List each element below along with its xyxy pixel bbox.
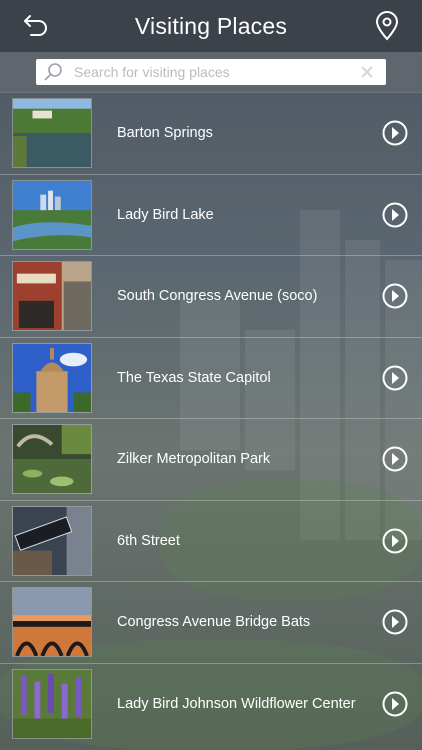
chevron-right-circle-icon[interactable]: [382, 202, 408, 228]
place-name: South Congress Avenue (soco): [117, 288, 318, 305]
zilker-park-photo: [12, 424, 92, 495]
lady-bird-lake-photo: [12, 179, 92, 250]
place-name: Lady Bird Lake: [117, 206, 214, 223]
search-input[interactable]: [74, 64, 360, 80]
chevron-right-circle-icon[interactable]: [382, 609, 408, 635]
list-item[interactable]: 6th Street: [0, 499, 422, 582]
place-name: 6th Street: [117, 532, 180, 549]
clear-search-icon[interactable]: [360, 65, 374, 79]
location-pin-icon[interactable]: [374, 11, 400, 41]
list-item[interactable]: Barton Springs: [0, 92, 422, 174]
texas-capitol-photo: [12, 342, 92, 413]
list-item[interactable]: Congress Avenue Bridge Bats: [0, 581, 422, 663]
back-arrow-icon[interactable]: [22, 12, 50, 40]
list-item[interactable]: Lady Bird Lake: [0, 173, 422, 256]
chevron-right-circle-icon[interactable]: [382, 120, 408, 146]
chevron-right-circle-icon[interactable]: [382, 528, 408, 554]
navigation-bar: Visiting Places: [0, 0, 422, 52]
south-congress-photo: [12, 261, 92, 332]
search-bar-container: [0, 52, 422, 92]
search-icon: [44, 63, 62, 81]
page-title: Visiting Places: [134, 12, 288, 39]
place-name: Barton Springs: [117, 125, 213, 142]
list-item[interactable]: Lady Bird Johnson Wildflower Center: [0, 662, 422, 745]
place-name: Zilker Metropolitan Park: [117, 451, 271, 468]
place-name: Congress Avenue Bridge Bats: [117, 614, 311, 631]
chevron-right-circle-icon[interactable]: [382, 283, 408, 309]
list-item[interactable]: Zilker Metropolitan Park: [0, 418, 422, 500]
wildflower-center-photo: [12, 668, 92, 739]
chevron-right-circle-icon[interactable]: [382, 365, 408, 391]
chevron-right-circle-icon[interactable]: [382, 446, 408, 472]
places-list: Barton Springs Lady Bird Lake South Cong…: [0, 92, 422, 744]
sixth-street-photo: [12, 505, 92, 576]
place-name: Lady Bird Johnson Wildflower Center: [117, 695, 356, 712]
barton-springs-photo: [12, 98, 92, 169]
bridge-bats-photo: [12, 587, 92, 658]
chevron-right-circle-icon[interactable]: [382, 691, 408, 717]
list-item[interactable]: South Congress Avenue (soco): [0, 255, 422, 337]
search-box[interactable]: [36, 59, 386, 85]
place-name: The Texas State Capitol: [117, 369, 271, 386]
list-item[interactable]: The Texas State Capitol: [0, 336, 422, 419]
